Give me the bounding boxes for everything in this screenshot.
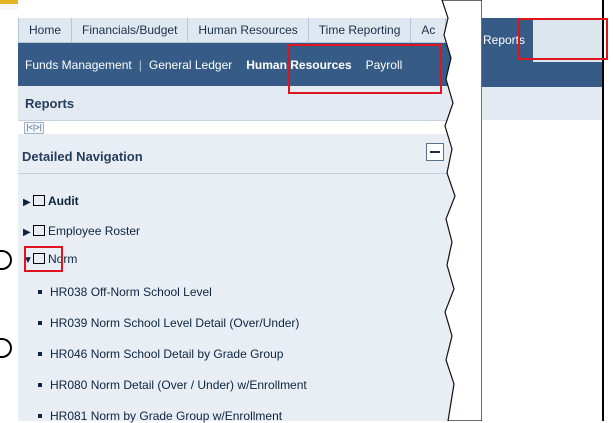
- tree-item-label: Employee Roster: [48, 224, 141, 238]
- inset-right-edge: [602, 0, 604, 421]
- folder-icon: [33, 195, 45, 206]
- panel-title: Detailed Navigation: [22, 149, 143, 164]
- tree-item-label: Audit: [48, 194, 79, 208]
- bullet-icon: [38, 321, 42, 325]
- tab-home[interactable]: Home: [18, 18, 73, 42]
- subnav-funds-management[interactable]: Funds Management: [18, 58, 139, 72]
- tree-item-audit[interactable]: ▶ Audit: [23, 194, 79, 208]
- bullet-icon: [38, 383, 42, 387]
- torn-page-edge: [441, 0, 482, 421]
- highlight-reports-tab: [518, 18, 608, 60]
- right-triangle-icon: ▶: [23, 227, 31, 238]
- report-link-label: HR046 Norm School Detail by Grade Group: [50, 347, 284, 361]
- report-link[interactable]: HR038 Off-Norm School Level: [38, 285, 212, 299]
- bullet-icon: [38, 352, 42, 356]
- left-margin-marker: [0, 338, 12, 358]
- breadcrumb: Reports: [25, 96, 75, 111]
- pager-control[interactable]: |<|>|: [24, 122, 44, 134]
- report-link[interactable]: HR046 Norm School Detail by Grade Group: [38, 347, 283, 361]
- inset-screenshot: Reports: [463, 0, 613, 421]
- inset-subnav: [471, 62, 603, 87]
- report-link[interactable]: HR080 Norm Detail (Over / Under) w/Enrol…: [38, 378, 307, 392]
- bullet-icon: [38, 414, 42, 418]
- report-link-label: HR080 Norm Detail (Over / Under) w/Enrol…: [50, 378, 307, 392]
- tab-time-reporting[interactable]: Time Reporting: [309, 18, 412, 42]
- highlight-human-resources-subnav: [288, 44, 442, 94]
- panel-divider: [18, 173, 458, 174]
- left-margin-marker: [0, 250, 12, 270]
- tree-item-employee-roster[interactable]: ▶ Employee Roster: [23, 224, 140, 238]
- highlight-norm-folder: [24, 246, 63, 272]
- subnav-general-ledger[interactable]: General Ledger: [142, 58, 239, 72]
- inset-breadcrumb-bar: [471, 87, 603, 120]
- bullet-icon: [38, 290, 42, 294]
- report-link-label: HR038 Off-Norm School Level: [50, 285, 212, 299]
- top-tabs: Home Financials/Budget Human Resources T…: [18, 18, 458, 43]
- right-triangle-icon: ▶: [23, 197, 31, 208]
- tab-human-resources[interactable]: Human Resources: [188, 18, 309, 42]
- report-link[interactable]: HR039 Norm School Level Detail (Over/Und…: [38, 316, 299, 330]
- folder-icon: [33, 225, 45, 236]
- report-link-label: HR039 Norm School Level Detail (Over/Und…: [50, 316, 300, 330]
- detailed-navigation-panel: Detailed Navigation ▶ Audit ▶ Employee Ros…: [18, 134, 458, 423]
- tab-financials-budget[interactable]: Financials/Budget: [72, 18, 189, 42]
